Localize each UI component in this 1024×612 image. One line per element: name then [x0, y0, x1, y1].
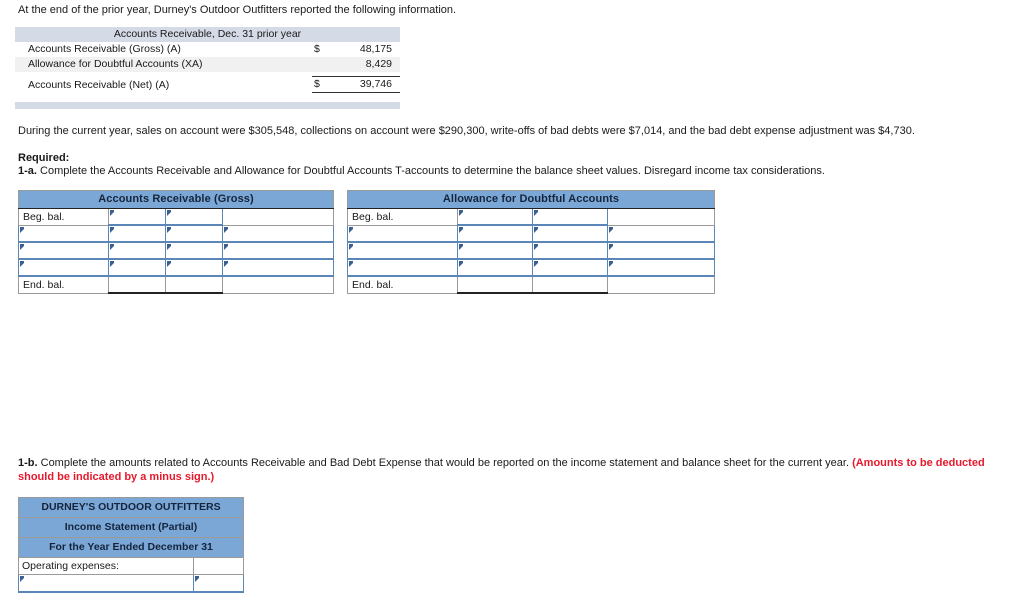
ending-balance-credit-cell: [165, 275, 223, 294]
ending-balance-blank-cell: [607, 275, 715, 294]
entry-description-input[interactable]: [18, 258, 109, 277]
entry-extra-input[interactable]: [221, 241, 335, 260]
entry-debit-input[interactable]: [108, 258, 166, 277]
income-statement-company-name: DURNEY'S OUTDOOR OUTFITTERS: [18, 497, 244, 518]
during-year-paragraph: During the current year, sales on accoun…: [18, 125, 915, 137]
t-account-ending-balance-row: End. bal.: [347, 275, 715, 294]
intro-text: At the end of the prior year, Durney's O…: [18, 4, 457, 16]
entry-debit-input[interactable]: [457, 241, 533, 260]
income-statement-period: For the Year Ended December 31: [18, 537, 244, 558]
currency-symbol: [312, 57, 334, 72]
ending-balance-debit-cell: [457, 275, 533, 294]
table-row: Accounts Receivable (Gross) (A) $ 48,175: [15, 42, 400, 57]
entry-credit-input[interactable]: [165, 241, 223, 260]
income-statement-table: DURNEY'S OUTDOOR OUTFITTERS Income State…: [18, 497, 244, 593]
expense-description-input[interactable]: [18, 574, 194, 593]
amount-ar-net: 39,746: [334, 76, 400, 93]
ending-balance-debit-cell: [108, 275, 166, 294]
t-account-title-row: Allowance for Doubtful Accounts: [347, 190, 715, 209]
ending-balance-label: End. bal.: [18, 275, 109, 294]
requirement-1b-number: 1-b.: [18, 457, 38, 469]
beginning-balance-credit-input[interactable]: [532, 208, 608, 226]
amount-allowance: 8,429: [334, 57, 400, 72]
requirement-1b: 1-b. Complete the amounts related to Acc…: [18, 456, 1008, 484]
ending-balance-credit-cell: [532, 275, 608, 294]
requirement-1a: 1-a. Complete the Accounts Receivable an…: [18, 165, 825, 177]
currency-symbol: $: [314, 43, 320, 55]
t-account-entry-row: [347, 241, 715, 260]
t-account-entry-row: [18, 258, 335, 277]
beginning-balance-label: Beg. bal.: [18, 208, 109, 226]
entry-description-input[interactable]: [18, 224, 109, 243]
beginning-balance-blank-cell: [221, 208, 335, 226]
entry-extra-input[interactable]: [221, 224, 335, 243]
currency-symbol: $: [312, 76, 334, 93]
entry-debit-input[interactable]: [457, 224, 533, 243]
entry-debit-input[interactable]: [457, 258, 533, 277]
entry-extra-input[interactable]: [607, 241, 715, 260]
amount-ar-gross: 48,175: [359, 43, 392, 55]
spacer-cell: [15, 92, 400, 102]
entry-credit-input[interactable]: [532, 224, 608, 243]
requirement-1a-number: 1-a.: [18, 165, 37, 177]
entry-debit-input[interactable]: [108, 224, 166, 243]
t-account-title-row: Accounts Receivable (Gross): [17, 190, 335, 209]
beginning-balance-blank-cell: [607, 208, 715, 226]
prior-year-summary-table: Accounts Receivable, Dec. 31 prior year …: [15, 27, 400, 109]
ending-balance-blank-cell: [221, 275, 335, 294]
t-account-entry-row: [18, 241, 335, 260]
operating-expenses-blank-cell: [193, 557, 244, 575]
entry-extra-input[interactable]: [221, 258, 335, 277]
table-row: Allowance for Doubtful Accounts (XA) 8,4…: [15, 57, 400, 72]
entry-credit-input[interactable]: [165, 224, 223, 243]
t-account-title: Accounts Receivable (Gross): [17, 190, 335, 209]
t-account-beginning-balance-row: Beg. bal.: [347, 208, 715, 226]
requirement-1b-text: Complete the amounts related to Accounts…: [37, 457, 853, 469]
entry-extra-input[interactable]: [607, 224, 715, 243]
required-label: Required:: [18, 152, 70, 164]
income-statement-company-row: DURNEY'S OUTDOOR OUTFITTERS: [18, 497, 244, 518]
prior-year-table-header: Accounts Receivable, Dec. 31 prior year: [15, 27, 400, 42]
income-statement-period-row: For the Year Ended December 31: [18, 537, 244, 558]
row-label-ar-net: Accounts Receivable (Net) (A): [28, 78, 170, 91]
entry-description-input[interactable]: [347, 258, 458, 277]
income-statement-entry-row: [18, 574, 244, 593]
entry-extra-input[interactable]: [607, 258, 715, 277]
t-account-beginning-balance-row: Beg. bal.: [18, 208, 335, 226]
row-label-allowance: Allowance for Doubtful Accounts (XA): [15, 57, 312, 72]
income-statement-title: Income Statement (Partial): [18, 517, 244, 538]
entry-description-input[interactable]: [347, 224, 458, 243]
entry-description-input[interactable]: [347, 241, 458, 260]
entry-credit-input[interactable]: [532, 258, 608, 277]
t-account-accounts-receivable-gross: Accounts Receivable (Gross) Beg. bal. En…: [17, 190, 335, 294]
table-header-row: Accounts Receivable, Dec. 31 prior year: [15, 27, 400, 42]
entry-description-input[interactable]: [18, 241, 109, 260]
t-account-allowance-for-doubtful-accounts: Allowance for Doubtful Accounts Beg. bal…: [347, 190, 715, 294]
entry-credit-input[interactable]: [165, 258, 223, 277]
entry-debit-input[interactable]: [108, 241, 166, 260]
t-account-entry-row: [347, 258, 715, 277]
operating-expenses-label: Operating expenses:: [18, 557, 194, 575]
beginning-balance-label: Beg. bal.: [347, 208, 458, 226]
ending-balance-label: End. bal.: [347, 275, 458, 294]
spacer-row: [15, 92, 400, 102]
beginning-balance-debit-input[interactable]: [457, 208, 533, 226]
beginning-balance-credit-input[interactable]: [165, 208, 223, 226]
beginning-balance-debit-input[interactable]: [108, 208, 166, 226]
expense-amount-input[interactable]: [193, 574, 244, 593]
requirement-1a-text: Complete the Accounts Receivable and All…: [36, 165, 825, 177]
t-account-entry-row: [347, 224, 715, 243]
income-statement-title-row: Income Statement (Partial): [18, 517, 244, 538]
t-account-entry-row: [18, 224, 335, 243]
entry-credit-input[interactable]: [532, 241, 608, 260]
row-label-ar-gross: Accounts Receivable (Gross) (A): [28, 43, 181, 55]
table-footer-bar: [15, 102, 400, 109]
footer-bar-cell: [15, 102, 400, 109]
t-account-ending-balance-row: End. bal.: [18, 275, 335, 294]
t-account-title: Allowance for Doubtful Accounts: [347, 190, 715, 209]
income-statement-section-row: Operating expenses:: [18, 557, 244, 575]
table-row-total: Accounts Receivable (Net) (A) $ 39,746: [15, 76, 400, 93]
